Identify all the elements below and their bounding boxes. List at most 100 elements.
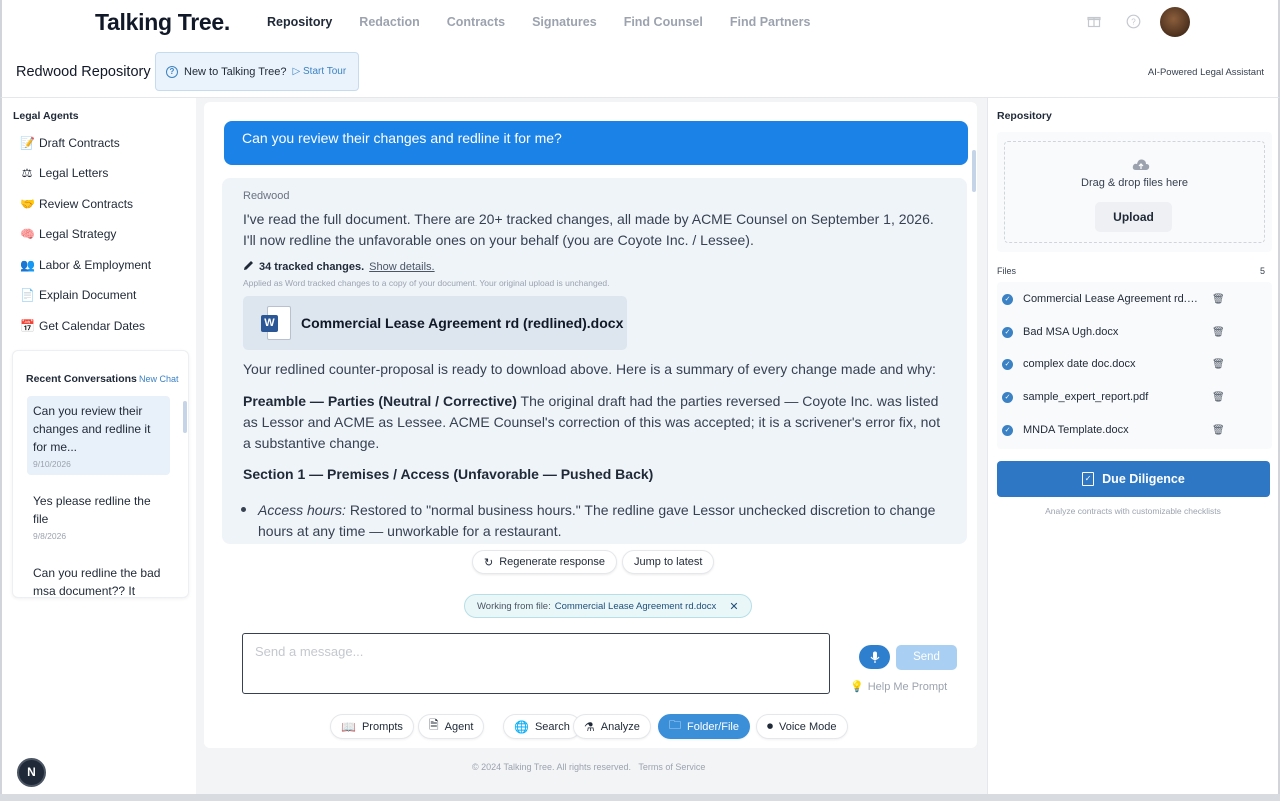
conversation-item[interactable]: Can you review their changes and redline… xyxy=(27,396,170,475)
calendar-icon: 📅 xyxy=(20,319,35,333)
regenerate-label: Regenerate response xyxy=(499,556,606,568)
tool-analyze[interactable]: ⚗ Analyze xyxy=(573,714,651,739)
conversations-scrollbar[interactable] xyxy=(183,401,187,433)
gift-icon[interactable] xyxy=(1086,14,1102,30)
tracked-count: 34 tracked changes. xyxy=(259,261,365,273)
agent-labor-employment[interactable]: 👥 Labor & Employment xyxy=(20,258,151,272)
terms-link[interactable]: Terms of Service xyxy=(638,762,705,772)
agent-explain-document[interactable]: 📄 Explain Document xyxy=(20,288,136,302)
section-heading: Section 1 — Premises / Access (Unfavorab… xyxy=(243,466,654,482)
tool-agent[interactable]: 🗎 Agent xyxy=(418,714,485,739)
agent-calendar-dates[interactable]: 📅 Get Calendar Dates xyxy=(20,319,145,333)
bullet-item: Access hours: Restored to "normal busine… xyxy=(241,500,948,542)
file-item[interactable]: ✓ sample_expert_report.pdf 🗑 xyxy=(1002,391,1225,403)
conversation-title: Can you review their changes and redline… xyxy=(33,404,151,454)
upload-button[interactable]: Upload xyxy=(1095,202,1172,232)
agent-review-contracts[interactable]: 🤝 Review Contracts xyxy=(20,197,133,211)
conversation-item[interactable]: Can you redline the bad msa document?? I… xyxy=(27,558,170,597)
working-prefix: Working from file: xyxy=(477,600,551,612)
trash-icon[interactable]: 🗑 xyxy=(1212,425,1225,436)
nav-redaction[interactable]: Redaction xyxy=(359,15,419,29)
assistant-name: Redwood xyxy=(243,190,290,202)
question-icon: ? xyxy=(166,65,178,78)
tool-prompts[interactable]: 📖 Prompts xyxy=(330,714,414,739)
microphone-button[interactable] xyxy=(859,645,890,669)
new-chat-link[interactable]: New Chat xyxy=(139,374,179,384)
file-dropzone[interactable]: Drag & drop files here Upload xyxy=(997,132,1272,252)
nav-repository[interactable]: Repository xyxy=(267,15,332,29)
regenerate-button[interactable]: ↻ Regenerate response xyxy=(472,550,618,574)
file-name: Bad MSA Ugh.docx xyxy=(1023,326,1119,338)
chat-area: Can you review their changes and redline… xyxy=(196,98,987,794)
trash-icon[interactable]: 🗑 xyxy=(1212,327,1225,338)
close-icon[interactable]: ✕ xyxy=(729,600,738,613)
redlined-file-card[interactable]: W Commercial Lease Agreement rd (redline… xyxy=(243,296,627,350)
bullet-text: Restored to "normal business hours." The… xyxy=(258,502,936,539)
file-name: MNDA Template.docx xyxy=(1023,424,1129,436)
nav-find-counsel[interactable]: Find Counsel xyxy=(624,15,703,29)
file-item[interactable]: ✓ Commercial Lease Agreement rd.docx 🗑 xyxy=(1002,293,1225,305)
assistant-paragraph: Your redlined counter-proposal is ready … xyxy=(243,361,936,377)
repository-name: Redwood Repository xyxy=(16,64,151,80)
file-item[interactable]: ✓ complex date doc.docx 🗑 xyxy=(1002,358,1225,370)
agent-draft-contracts[interactable]: 📝 Draft Contracts xyxy=(20,136,120,150)
nav-contracts[interactable]: Contracts xyxy=(447,15,505,29)
agent-label: Get Calendar Dates xyxy=(39,319,146,333)
document-check-icon: 🗎 xyxy=(429,718,439,732)
cloud-upload-icon xyxy=(1132,158,1150,171)
start-tour-link[interactable]: ▷ Start Tour xyxy=(293,66,347,77)
user-avatar[interactable] xyxy=(1160,7,1190,37)
app-logo[interactable]: Talking Tree. xyxy=(95,9,230,36)
flask-icon: ⚗ xyxy=(584,719,595,734)
nav-find-partners[interactable]: Find Partners xyxy=(730,15,811,29)
top-navbar: Talking Tree. Repository Redaction Contr… xyxy=(0,0,1280,46)
trash-icon[interactable]: 🗑 xyxy=(1212,392,1225,403)
drop-text: Drag & drop files here xyxy=(1081,177,1188,189)
message-input[interactable]: Send a message... xyxy=(242,633,830,694)
tool-label: Search xyxy=(534,720,570,733)
recent-conversations-title: Recent Conversations xyxy=(26,373,137,385)
jump-to-latest-button[interactable]: Jump to latest xyxy=(622,550,715,574)
brain-icon: 🧠 xyxy=(20,227,35,241)
conversation-date: 9/8/2026 xyxy=(33,531,67,541)
check-icon: ✓ xyxy=(1002,293,1013,305)
agent-legal-letters[interactable]: ⚖ Legal Letters xyxy=(20,166,109,180)
due-diligence-button[interactable]: ✓ Due Diligence xyxy=(997,461,1270,497)
conversation-item[interactable]: Yes please redline the file 9/8/2026 xyxy=(27,486,170,547)
assistant-paragraph: I've read the full document. There are 2… xyxy=(243,211,934,248)
agent-legal-strategy[interactable]: 🧠 Legal Strategy xyxy=(20,227,116,241)
word-doc-icon: W xyxy=(261,306,291,340)
dev-badge[interactable]: N xyxy=(17,758,46,787)
assistant-paragraph: Preamble — Parties (Neutral / Corrective… xyxy=(243,391,943,454)
nav-signatures[interactable]: Signatures xyxy=(532,15,597,29)
trash-icon[interactable]: 🗑 xyxy=(1212,294,1225,305)
people-icon: 👥 xyxy=(20,258,35,272)
file-item[interactable]: ✓ MNDA Template.docx 🗑 xyxy=(1002,424,1225,436)
right-sidebar: Repository Drag & drop files here Upload… xyxy=(987,98,1280,794)
jump-label: Jump to latest xyxy=(634,556,703,568)
tool-label: Prompts xyxy=(361,720,403,733)
tool-voice-mode[interactable]: ⏺ Voice Mode xyxy=(756,714,848,739)
trash-icon[interactable]: 🗑 xyxy=(1212,359,1225,370)
help-icon[interactable]: ? xyxy=(1125,14,1141,30)
tool-folder-file[interactable]: 🗀 Folder/File xyxy=(658,714,750,739)
file-list: ✓ Commercial Lease Agreement rd.docx 🗑 ✓ Ba… xyxy=(997,282,1272,449)
left-sidebar: Legal Agents 📝 Draft Contracts ⚖ Legal Let… xyxy=(0,98,196,794)
working-file-name: Commercial Lease Agreement rd.docx xyxy=(554,600,717,612)
user-message: Can you review their changes and redline… xyxy=(224,121,968,165)
send-button[interactable]: Send xyxy=(896,645,957,670)
repository-header: Redwood Repository ? New to Talking Tree… xyxy=(0,46,1280,98)
book-icon: 📖 xyxy=(341,719,356,734)
copyright: © 2024 Talking Tree. All rights reserved… xyxy=(472,762,632,772)
bullet-dot xyxy=(241,507,246,512)
check-icon: ✓ xyxy=(1002,391,1013,403)
chat-scrollbar[interactable] xyxy=(972,150,976,192)
file-item[interactable]: ✓ Bad MSA Ugh.docx 🗑 xyxy=(1002,326,1225,338)
help-me-prompt-button[interactable]: 💡 Help Me Prompt xyxy=(850,680,947,694)
show-details-link[interactable]: Show details. xyxy=(369,261,434,273)
files-count: 5 xyxy=(1260,266,1266,276)
tool-label: Folder/File xyxy=(687,720,739,733)
assistant-message: Redwood I've read the full document. The… xyxy=(222,178,967,544)
tool-search[interactable]: 🌐 Search xyxy=(503,714,581,739)
svg-text:?: ? xyxy=(1131,18,1136,27)
